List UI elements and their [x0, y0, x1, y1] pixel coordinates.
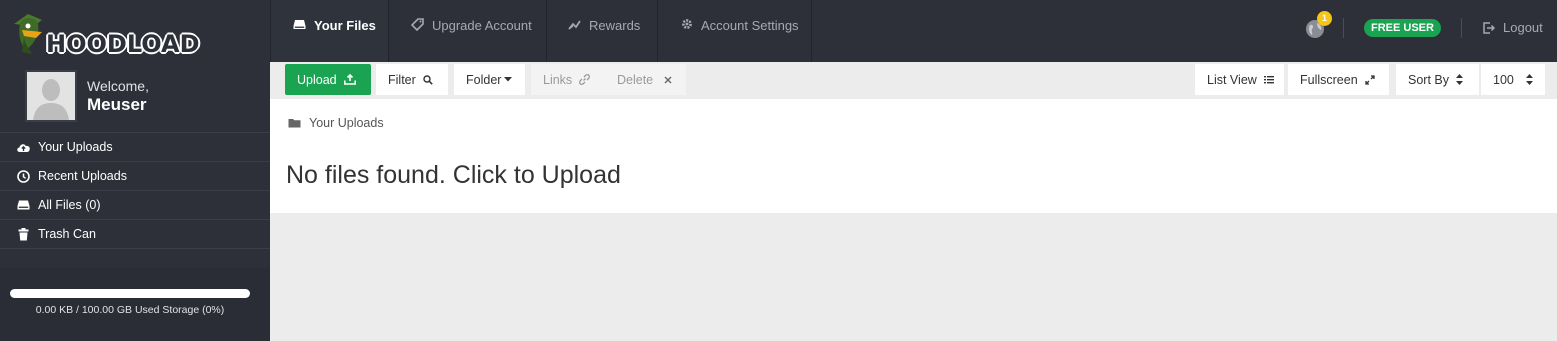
tab-label: Upgrade Account — [432, 18, 532, 33]
divider — [1343, 18, 1344, 38]
storage-usage: 0.00 KB / 100.00 GB Used Storage (0%) — [0, 268, 270, 341]
sort-by-label: Sort By — [1408, 72, 1449, 87]
list-icon — [1263, 75, 1274, 84]
upload-label: Upload — [297, 72, 337, 87]
cloud-upload-icon — [15, 142, 31, 153]
sidebar-item-label: Recent Uploads — [38, 169, 127, 183]
drive-icon — [293, 18, 306, 31]
logout-icon — [1483, 21, 1495, 34]
tag-icon — [411, 18, 424, 31]
list-view-label: List View — [1207, 72, 1257, 87]
close-icon — [664, 76, 672, 84]
sidebar-item-label: Trash Can — [38, 227, 96, 241]
expand-icon — [1365, 74, 1375, 85]
avatar[interactable] — [25, 70, 77, 122]
sidebar-item-label: Your Uploads — [38, 140, 113, 154]
logout-label: Logout — [1503, 20, 1543, 35]
fullscreen-button[interactable]: Fullscreen — [1288, 64, 1389, 95]
sort-by-dropdown[interactable]: Sort By — [1396, 64, 1479, 95]
storage-text: 0.00 KB / 100.00 GB Used Storage (0%) — [35, 304, 225, 316]
chart-line-icon — [568, 18, 581, 31]
sidebar-item-label: All Files (0) — [38, 198, 101, 212]
breadcrumb[interactable]: Your Uploads — [288, 116, 384, 130]
sort-icon — [1456, 74, 1463, 85]
logo-text: HOODLOAD — [46, 30, 200, 58]
links-label: Links — [543, 72, 573, 87]
filter-label: Filter — [388, 72, 416, 87]
tab-label: Account Settings — [701, 18, 799, 33]
gear-icon — [681, 18, 693, 30]
logout-button[interactable]: Logout — [1483, 20, 1543, 35]
file-browser: Your Uploads No files found. Click to Up… — [270, 99, 1557, 213]
search-icon — [423, 74, 433, 85]
folder-icon — [288, 118, 301, 128]
tab-rewards[interactable]: Rewards — [547, 0, 658, 62]
duck-logo-icon — [14, 14, 42, 54]
sidebar-item-your-uploads[interactable]: Your Uploads — [0, 133, 270, 162]
caret-down-icon — [504, 77, 513, 82]
main-nav: Your Files Upgrade Account Rewards Accou… — [270, 0, 812, 62]
sidebar-menu: Your Uploads Recent Uploads All Files (0… — [0, 132, 270, 249]
logo[interactable]: HOODLOAD — [0, 0, 270, 62]
tab-upgrade-account[interactable]: Upgrade Account — [389, 0, 547, 62]
per-page-dropdown[interactable]: 100 — [1481, 64, 1545, 95]
tab-your-files[interactable]: Your Files — [270, 0, 389, 62]
divider — [1461, 18, 1462, 38]
sidebar-item-all-files[interactable]: All Files (0) — [0, 191, 270, 220]
folder-dropdown-button[interactable]: Folder — [454, 64, 525, 95]
top-bar: HOODLOAD Your Files Upgrade Account Rewa… — [0, 0, 1557, 62]
tab-label: Rewards — [589, 18, 641, 33]
upload-button[interactable]: Upload — [285, 64, 371, 95]
user-profile: Welcome, Meuser — [0, 62, 270, 132]
storage-progress-bar — [10, 289, 250, 298]
sidebar-item-trash-can[interactable]: Trash Can — [0, 220, 270, 249]
delete-label: Delete — [617, 72, 654, 87]
notification-count-badge[interactable]: 1 — [1317, 11, 1332, 26]
username: Meuser — [87, 95, 147, 114]
fullscreen-label: Fullscreen — [1300, 72, 1358, 87]
list-view-button[interactable]: List View — [1195, 64, 1284, 95]
user-silhouette-icon — [27, 72, 75, 120]
empty-state-message[interactable]: No files found. Click to Upload — [286, 161, 621, 190]
sidebar-item-recent-uploads[interactable]: Recent Uploads — [0, 162, 270, 191]
tab-account-settings[interactable]: Account Settings — [658, 0, 812, 62]
sort-icon — [1525, 74, 1533, 85]
filter-button[interactable]: Filter — [376, 64, 448, 95]
links-button[interactable]: Links — [531, 64, 605, 95]
drive-icon — [15, 199, 31, 211]
file-toolbar: Upload Filter Folder Links Delete List V… — [270, 62, 1557, 99]
account-type-badge: FREE USER — [1364, 19, 1441, 37]
upload-icon — [343, 74, 356, 85]
sidebar: Welcome, Meuser Your Uploads Recent Uplo… — [0, 62, 270, 341]
trash-icon — [15, 227, 31, 241]
delete-button[interactable]: Delete — [605, 64, 686, 95]
folder-label: Folder — [466, 72, 502, 87]
per-page-value: 100 — [1493, 72, 1514, 87]
link-icon — [579, 74, 591, 85]
tab-label: Your Files — [314, 18, 376, 33]
welcome-text: Welcome, — [87, 78, 149, 94]
breadcrumb-label: Your Uploads — [309, 116, 384, 130]
clock-icon — [15, 169, 31, 183]
